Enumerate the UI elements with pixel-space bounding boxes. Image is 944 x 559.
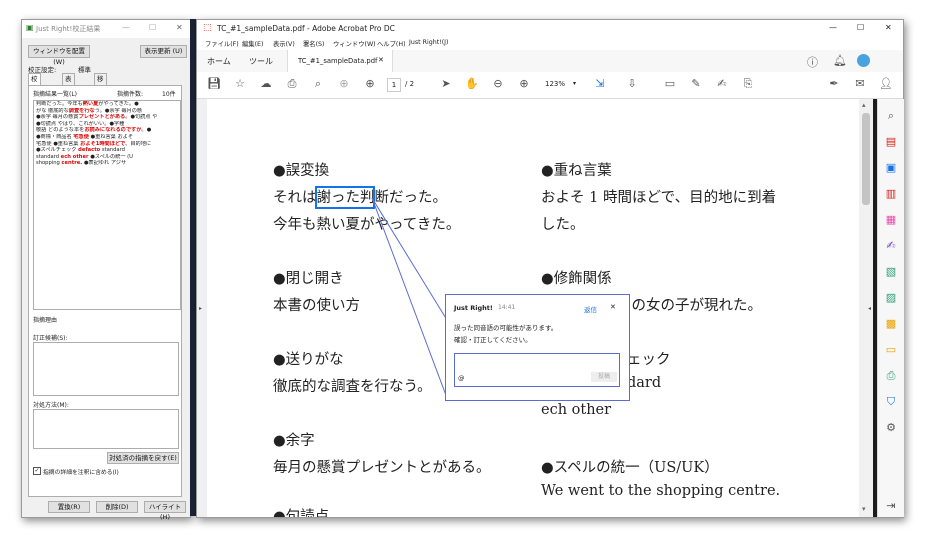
reply-link[interactable]: 返信	[584, 304, 597, 314]
comment-author: Just Right!	[454, 304, 493, 312]
comment-time: 14:41	[498, 304, 516, 311]
comment-popup: Just Right! 14:41 返信 ✕ 誤った同音語の可能性があります。 …	[445, 294, 630, 401]
comment-message-line: 誤った同音語の可能性があります。	[454, 324, 558, 332]
comment-connector	[371, 197, 448, 399]
comment-message-line: 確認・訂正してください。	[454, 336, 532, 344]
reply-input[interactable]: @ 投稿	[454, 353, 620, 387]
close-comment-icon[interactable]: ✕	[610, 303, 616, 311]
mention-at[interactable]: @	[458, 374, 465, 382]
post-button[interactable]: 投稿	[591, 372, 617, 382]
